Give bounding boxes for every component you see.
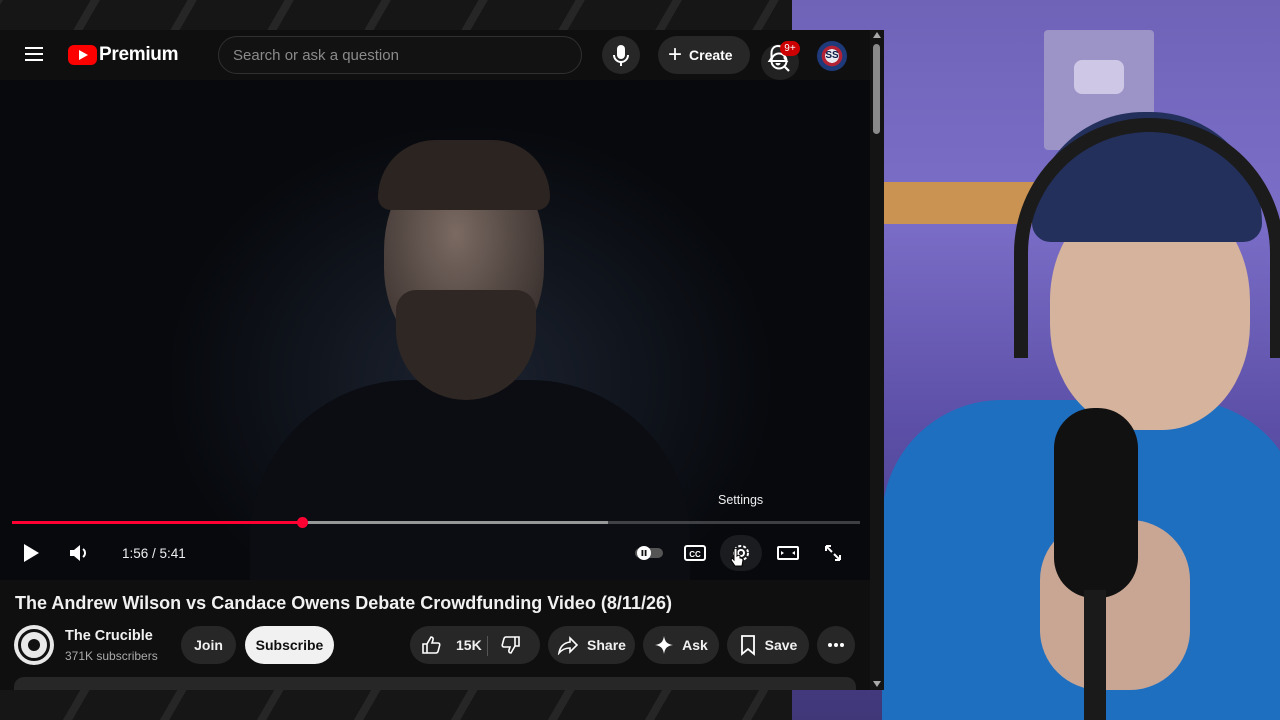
mic-icon xyxy=(613,45,629,66)
join-button[interactable]: Join xyxy=(181,626,236,664)
more-icon xyxy=(828,643,844,647)
channel-logo-icon xyxy=(18,629,50,661)
youtube-logo[interactable]: Premium xyxy=(68,44,179,66)
share-label: Share xyxy=(587,637,626,653)
mouse-cursor-icon xyxy=(730,548,744,567)
theater-icon xyxy=(777,546,799,560)
autoplay-toggle[interactable] xyxy=(632,540,666,566)
create-label: Create xyxy=(689,47,733,63)
scroll-up-arrow[interactable] xyxy=(873,32,881,38)
volume-icon xyxy=(70,545,86,561)
share-icon xyxy=(557,636,579,655)
scrollbar-thumb[interactable] xyxy=(873,44,880,134)
save-button[interactable]: Save xyxy=(727,626,809,664)
played-bar xyxy=(12,521,303,524)
dislike-button[interactable] xyxy=(500,634,530,659)
time-display: 1:56 / 5:41 xyxy=(122,546,186,561)
microphone-stand xyxy=(1084,590,1106,720)
podcast-microphone xyxy=(1054,408,1138,598)
ask-label: Ask xyxy=(682,637,708,653)
streamer-headset xyxy=(1014,118,1280,358)
like-count: 15K xyxy=(456,637,482,653)
youtube-window: Premium + Create 9+ SS xyxy=(0,30,884,690)
search-box[interactable] xyxy=(218,36,799,80)
like-dislike-group: 15K xyxy=(410,626,540,664)
theater-button[interactable] xyxy=(774,540,802,566)
scrubber-handle[interactable] xyxy=(297,517,309,528)
menu-icon[interactable] xyxy=(22,43,46,67)
speaker-body xyxy=(250,380,690,580)
channel-avatar[interactable] xyxy=(14,625,54,665)
fullscreen-icon xyxy=(825,545,841,561)
more-actions-button[interactable] xyxy=(817,626,855,664)
search-input[interactable] xyxy=(233,37,533,73)
like-button[interactable]: 15K xyxy=(420,634,482,656)
progress-bar[interactable] xyxy=(12,517,860,528)
masthead: Premium + Create 9+ SS xyxy=(0,30,870,80)
join-label: Join xyxy=(194,637,223,653)
bookmark-icon xyxy=(740,635,755,656)
plus-icon: + xyxy=(668,41,683,68)
subscribe-button[interactable]: Subscribe xyxy=(245,626,334,664)
description-box[interactable] xyxy=(14,677,856,690)
ask-button[interactable]: Ask xyxy=(643,626,719,664)
scroll-down-arrow[interactable] xyxy=(873,681,881,687)
like-divider xyxy=(487,636,488,656)
logo-text: Premium xyxy=(99,44,179,65)
subscriber-count: 371K subscribers xyxy=(65,649,158,663)
create-button[interactable]: + Create xyxy=(658,36,750,74)
captions-icon: CC xyxy=(684,545,706,561)
plaque-play-icon xyxy=(1074,60,1124,94)
svg-text:CC: CC xyxy=(689,550,701,559)
notification-badge: 9+ xyxy=(780,41,800,56)
desktop-stage: Premium + Create 9+ SS xyxy=(0,0,1280,720)
sparkle-icon xyxy=(655,636,674,654)
speaker-hair xyxy=(378,140,550,210)
channel-name[interactable]: The Crucible xyxy=(65,628,153,644)
share-button[interactable]: Share xyxy=(548,626,635,664)
youtube-logo-icon xyxy=(68,45,97,65)
captions-button[interactable]: CC xyxy=(682,540,708,566)
account-avatar[interactable]: SS xyxy=(817,41,847,71)
voice-search-button[interactable] xyxy=(602,36,640,74)
fullscreen-button[interactable] xyxy=(820,540,846,566)
play-icon xyxy=(24,544,39,562)
settings-tooltip: Settings xyxy=(718,493,764,507)
autoplay-toggle-icon xyxy=(635,546,663,560)
video-player[interactable]: Settings 1:56 / 5:41 CC xyxy=(0,80,870,580)
volume-button[interactable] xyxy=(66,540,92,566)
play-button[interactable] xyxy=(18,540,44,566)
dislike-icon xyxy=(501,636,520,654)
video-title: The Andrew Wilson vs Candace Owens Debat… xyxy=(15,593,672,613)
like-icon xyxy=(422,636,441,654)
save-label: Save xyxy=(764,637,798,653)
subscribe-label: Subscribe xyxy=(255,637,324,653)
